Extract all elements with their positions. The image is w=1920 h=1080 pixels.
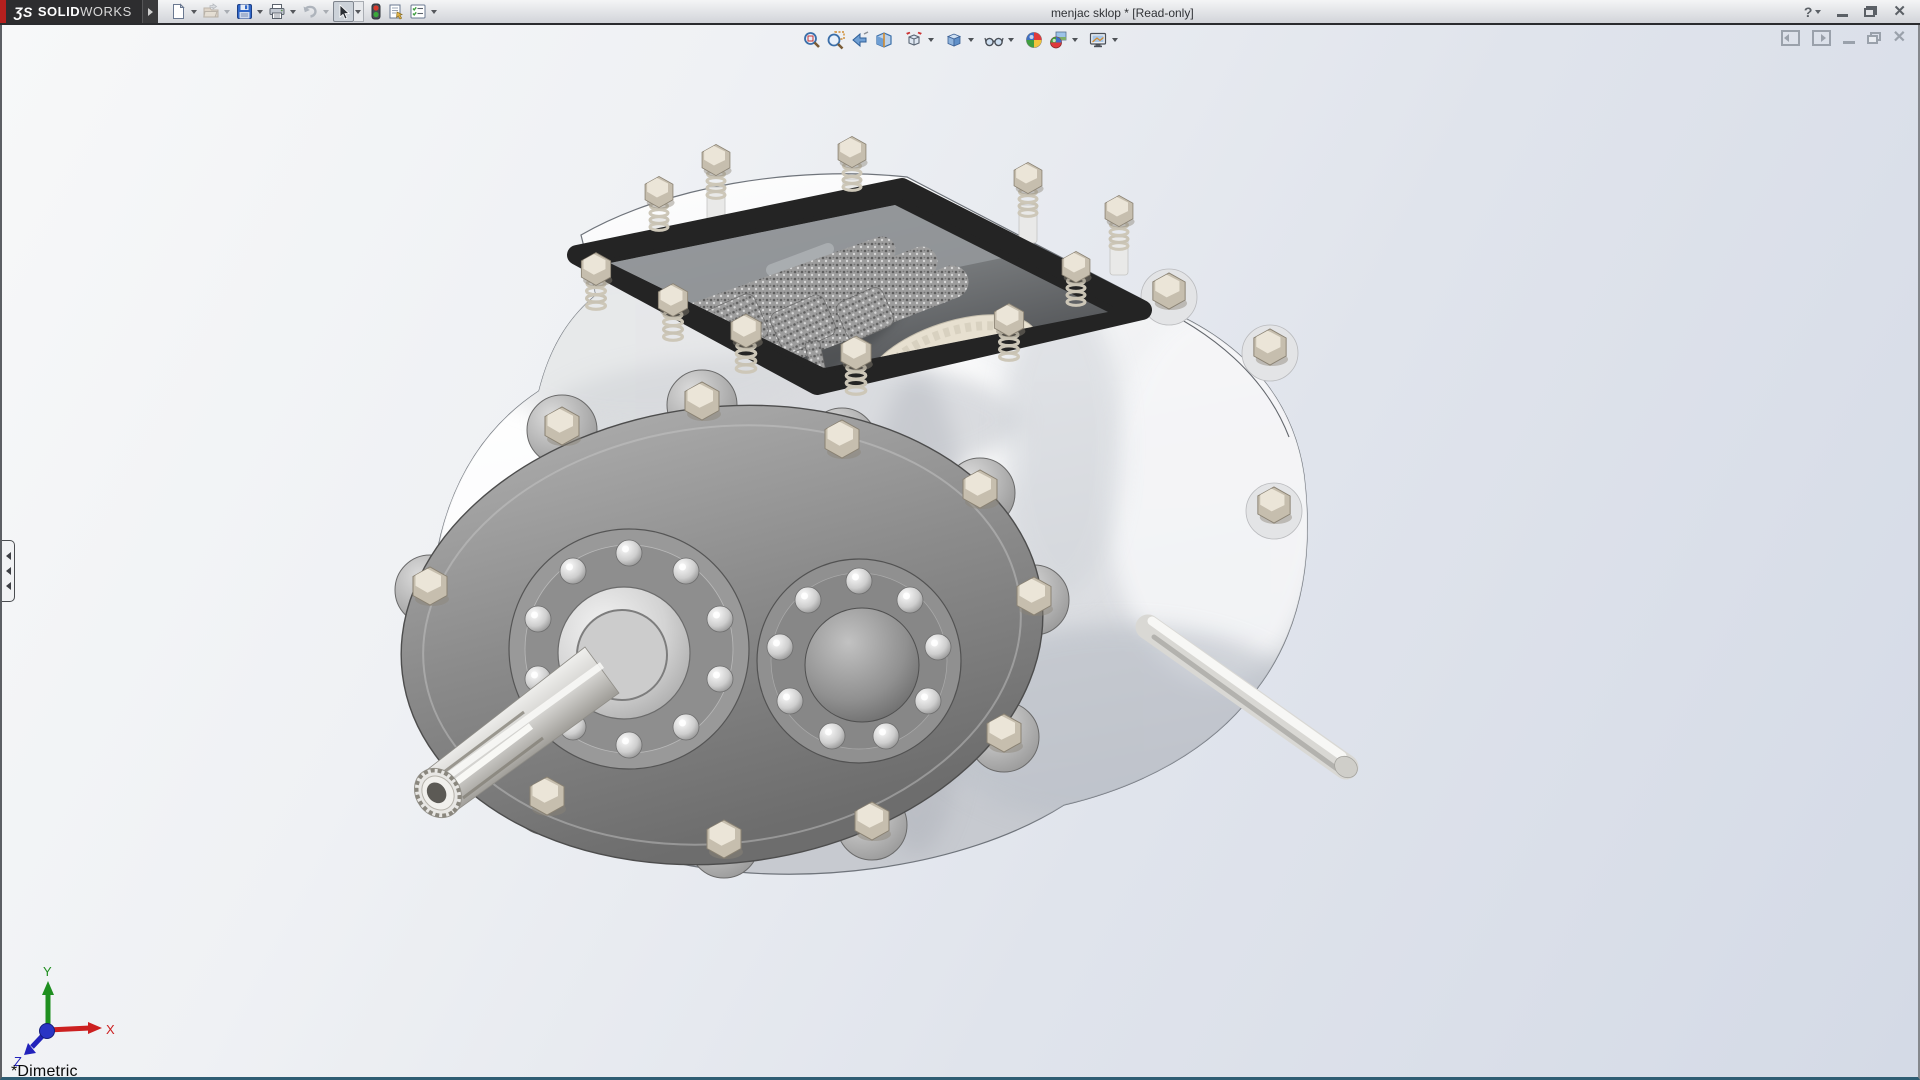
close-button[interactable]: ✕ bbox=[1893, 4, 1906, 19]
triad-y-label: Y bbox=[43, 964, 52, 979]
collapse-right-pane-button[interactable] bbox=[1812, 30, 1831, 46]
options-caret[interactable] bbox=[429, 1, 439, 22]
open-button[interactable] bbox=[201, 1, 222, 22]
collapse-arrow-icon bbox=[6, 582, 11, 590]
collapse-left-pane-button[interactable] bbox=[1781, 30, 1800, 46]
appearance-ball-icon bbox=[1024, 30, 1044, 50]
solidworks-window: { "window": { "title": "menjac sklop * [… bbox=[0, 0, 1920, 1080]
undo-caret[interactable] bbox=[321, 1, 331, 22]
new-document-caret[interactable] bbox=[189, 1, 199, 22]
section-view-button[interactable] bbox=[872, 28, 896, 52]
zoom-to-fit-button[interactable] bbox=[800, 28, 824, 52]
save-button[interactable] bbox=[234, 1, 255, 22]
apply-scene-icon bbox=[1048, 30, 1068, 50]
hide-show-items-button[interactable] bbox=[982, 28, 1006, 52]
file-properties-button[interactable] bbox=[387, 1, 408, 22]
solidworks-logo-mark: ƷS bbox=[14, 4, 33, 20]
solidworks-logo-bold: SOLID bbox=[38, 4, 80, 19]
view-orientation-button[interactable] bbox=[902, 28, 926, 52]
help-icon: ? bbox=[1804, 4, 1813, 20]
orientation-triad: Y X Z bbox=[14, 964, 115, 1069]
menu-expand-arrow-icon bbox=[148, 8, 153, 16]
window-title: menjac sklop * [Read-only] bbox=[441, 0, 1804, 23]
undo-icon bbox=[301, 3, 319, 20]
help-button[interactable]: ? bbox=[1804, 4, 1822, 20]
open-caret[interactable] bbox=[222, 1, 232, 22]
window-controls: ? ✕ bbox=[1804, 0, 1906, 23]
zoom-to-area-icon bbox=[826, 30, 846, 50]
restore-button[interactable] bbox=[1864, 6, 1877, 17]
options-button[interactable] bbox=[408, 1, 429, 22]
apply-scene-caret[interactable] bbox=[1070, 38, 1080, 42]
restore-document-button[interactable] bbox=[1867, 32, 1881, 44]
standard-toolbar bbox=[168, 0, 441, 23]
countershaft-flange bbox=[757, 559, 961, 763]
display-style-caret[interactable] bbox=[966, 38, 976, 42]
zoom-to-fit-icon bbox=[802, 30, 822, 50]
undo-button[interactable] bbox=[300, 1, 321, 22]
print-button[interactable] bbox=[267, 1, 288, 22]
file-properties-icon bbox=[388, 3, 406, 20]
new-document-button[interactable] bbox=[168, 1, 189, 22]
view-settings-button[interactable] bbox=[1086, 28, 1110, 52]
heads-up-view-toolbar bbox=[800, 27, 1120, 53]
save-icon bbox=[236, 3, 253, 20]
hide-show-items-caret[interactable] bbox=[1006, 38, 1016, 42]
traffic-light-icon bbox=[370, 3, 382, 21]
solidworks-logo-light: WORKS bbox=[80, 4, 132, 19]
collapse-arrow-icon bbox=[6, 567, 11, 575]
triad-x-label: X bbox=[106, 1022, 115, 1037]
previous-view-button[interactable] bbox=[848, 28, 872, 52]
new-document-icon bbox=[170, 3, 187, 20]
section-view-icon bbox=[874, 30, 894, 50]
edit-appearance-button[interactable] bbox=[1022, 28, 1046, 52]
collapse-arrow-icon bbox=[6, 552, 11, 560]
gearbox-model: Y X Z bbox=[2, 25, 1920, 1080]
view-settings-caret[interactable] bbox=[1110, 38, 1120, 42]
print-caret[interactable] bbox=[288, 1, 298, 22]
select-cursor-icon bbox=[336, 4, 351, 20]
view-orientation-caret[interactable] bbox=[926, 38, 936, 42]
close-document-button[interactable]: ✕ bbox=[1893, 30, 1906, 46]
title-bar: ƷS SOLIDWORKS bbox=[0, 0, 1920, 25]
display-style-button[interactable] bbox=[942, 28, 966, 52]
rebuild-button[interactable] bbox=[366, 1, 387, 22]
feature-manager-collapsed-tab[interactable] bbox=[2, 540, 15, 602]
previous-view-icon bbox=[850, 30, 870, 50]
view-orientation-icon bbox=[904, 30, 924, 50]
view-orientation-label: *Dimetric bbox=[11, 1063, 78, 1080]
minimize-button[interactable] bbox=[1837, 14, 1848, 17]
minimize-document-button[interactable] bbox=[1843, 41, 1855, 44]
view-settings-icon bbox=[1088, 30, 1108, 50]
display-style-icon bbox=[944, 30, 964, 50]
open-icon bbox=[202, 3, 220, 20]
eyeglasses-icon bbox=[984, 30, 1004, 50]
document-window-controls: ✕ bbox=[1781, 30, 1906, 46]
print-icon bbox=[268, 3, 286, 20]
save-caret[interactable] bbox=[255, 1, 265, 22]
select-button[interactable] bbox=[333, 1, 354, 22]
zoom-to-area-button[interactable] bbox=[824, 28, 848, 52]
options-icon bbox=[409, 3, 427, 20]
graphics-viewport[interactable]: Y X Z bbox=[0, 25, 1920, 1080]
select-caret[interactable] bbox=[354, 1, 364, 22]
menu-expand-button[interactable] bbox=[142, 0, 158, 23]
solidworks-logo: ƷS SOLIDWORKS bbox=[0, 0, 158, 23]
help-caret-icon bbox=[1815, 10, 1821, 14]
apply-scene-button[interactable] bbox=[1046, 28, 1070, 52]
